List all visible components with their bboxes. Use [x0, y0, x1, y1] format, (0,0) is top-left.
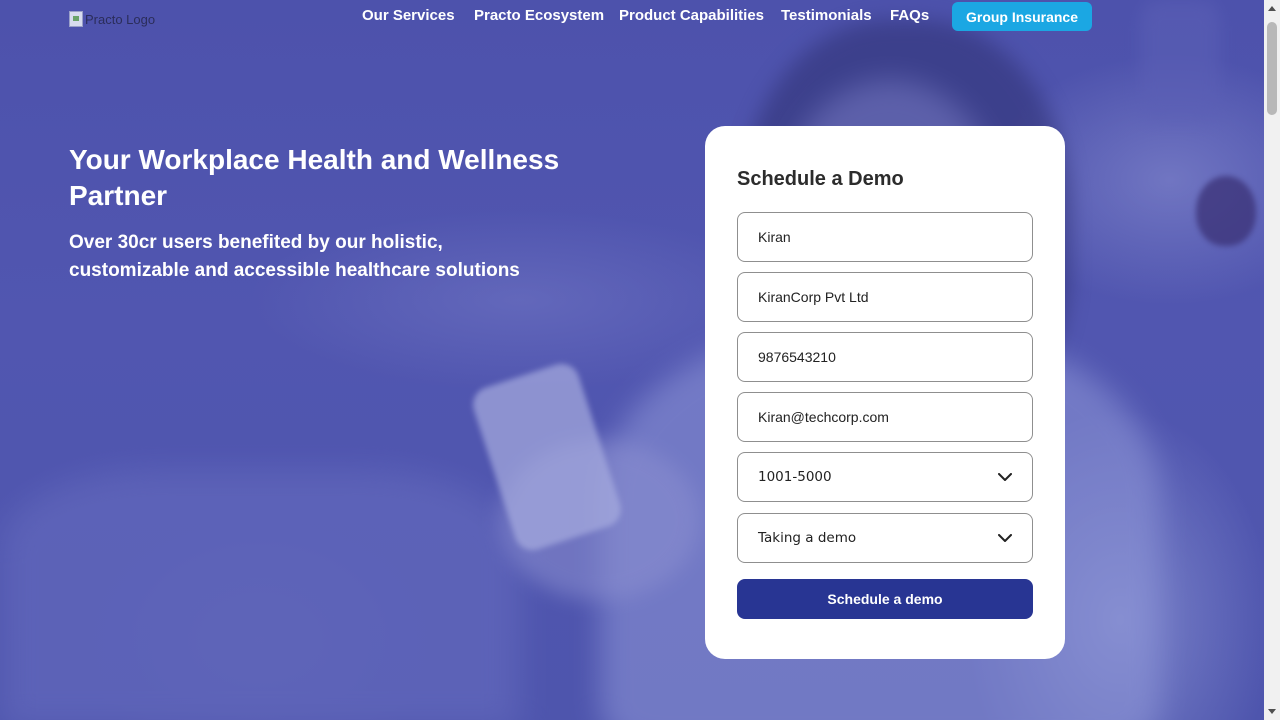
practo-logo[interactable]: Practo Logo: [69, 10, 155, 28]
nav-testimonials[interactable]: Testimonials: [781, 7, 872, 24]
nav-practo-ecosystem[interactable]: Practo Ecosystem: [474, 7, 604, 24]
phone-input[interactable]: [758, 349, 1012, 365]
schedule-demo-card: Schedule a Demo 1001-5000 Taking a demo …: [705, 126, 1065, 659]
nav-faqs[interactable]: FAQs: [890, 7, 929, 24]
company-size-value: 1001-5000: [758, 469, 832, 485]
nav-our-services[interactable]: Our Services: [362, 7, 455, 24]
logo-alt-text: Practo Logo: [85, 11, 156, 27]
scroll-thumb[interactable]: [1267, 22, 1277, 115]
company-field[interactable]: [737, 272, 1033, 322]
scroll-up-arrow-icon[interactable]: [1268, 6, 1276, 11]
broken-image-icon: [69, 11, 83, 27]
interest-value: Taking a demo: [758, 530, 857, 546]
background-lamp: [1140, 0, 1220, 120]
nav-product-capabilities[interactable]: Product Capabilities: [619, 7, 764, 24]
group-insurance-button[interactable]: Group Insurance: [952, 2, 1092, 31]
name-input[interactable]: [758, 229, 1012, 245]
hero-subtitle: Over 30cr users benefited by our holisti…: [69, 232, 520, 281]
scroll-down-arrow-icon[interactable]: [1268, 709, 1276, 714]
company-size-select[interactable]: 1001-5000: [737, 452, 1033, 502]
hero-title: Your Workplace Health and Wellness Partn…: [69, 144, 560, 211]
chevron-down-icon: [998, 531, 1012, 545]
form-title: Schedule a Demo: [737, 168, 904, 190]
page-scrollbar[interactable]: [1264, 0, 1280, 720]
email-input[interactable]: [758, 409, 1012, 425]
company-input[interactable]: [758, 289, 1012, 305]
schedule-demo-button[interactable]: Schedule a demo: [737, 579, 1033, 619]
background-vase: [1196, 176, 1256, 246]
phone-field[interactable]: [737, 332, 1033, 382]
interest-select[interactable]: Taking a demo: [737, 513, 1033, 563]
hero-background: [0, 0, 1264, 720]
email-field[interactable]: [737, 392, 1033, 442]
name-field[interactable]: [737, 212, 1033, 262]
chevron-down-icon: [998, 470, 1012, 484]
background-sofa: [0, 470, 520, 720]
